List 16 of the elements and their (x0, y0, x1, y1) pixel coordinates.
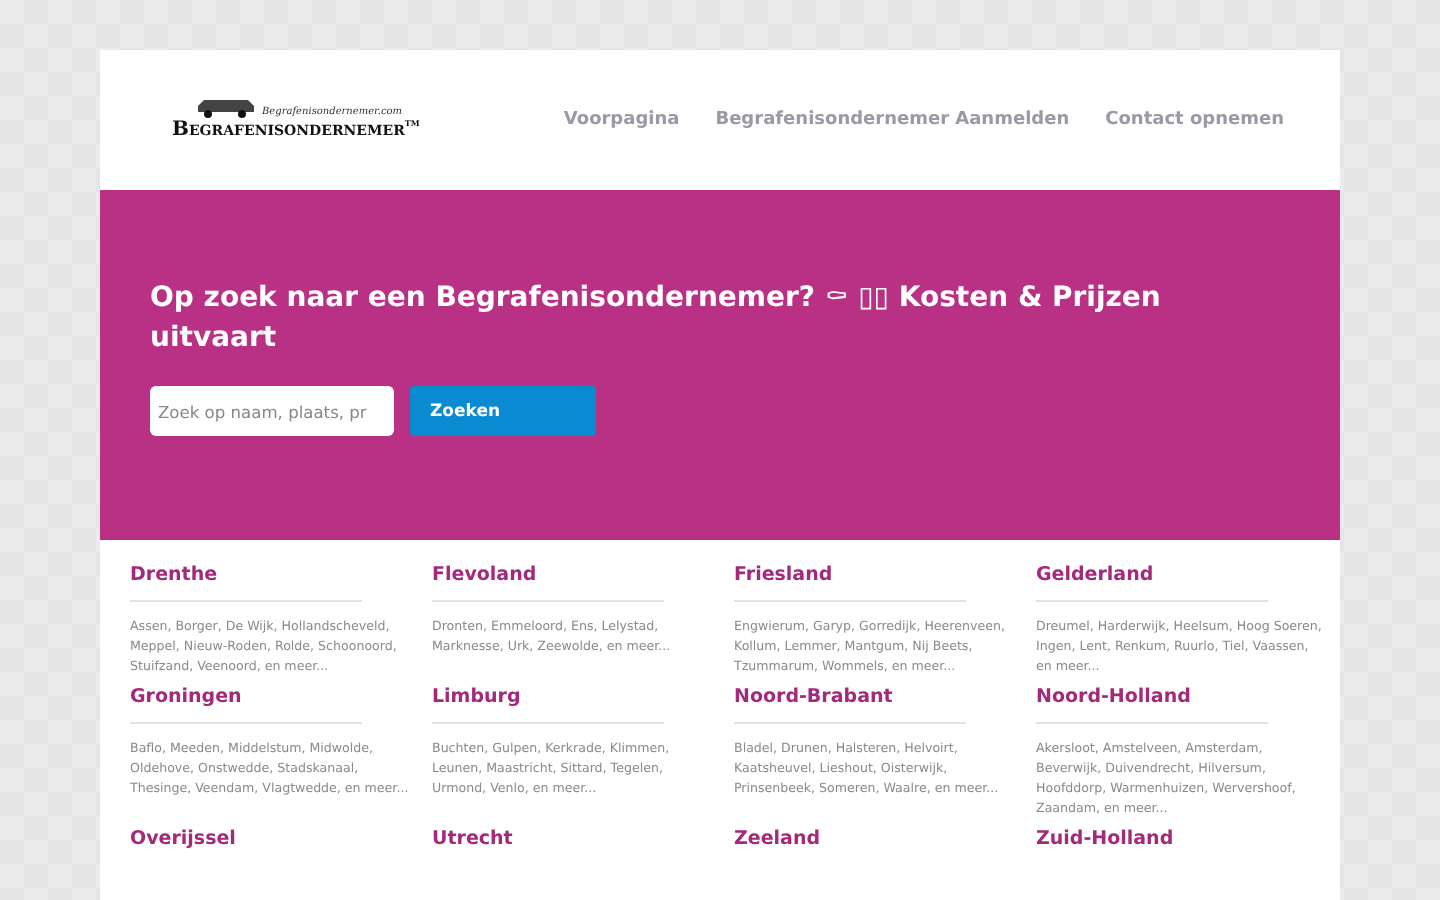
province-link[interactable]: Overijssel (130, 828, 416, 850)
province-link[interactable]: Friesland (734, 564, 1020, 586)
search-button[interactable]: Zoeken (410, 386, 596, 436)
hero-heading: Op zoek naar een Begrafenisondernemer? ⚰ ▯▯ Kosten & Prijzen uitvaart (150, 280, 1163, 358)
province-link[interactable]: Drenthe (130, 564, 416, 586)
hearse-icon (196, 98, 256, 119)
province-link[interactable]: Noord-Brabant (734, 686, 1020, 708)
province-link[interactable]: Groningen (130, 686, 416, 708)
province-link[interactable]: Zuid-Holland (1036, 828, 1322, 850)
province-link[interactable]: Utrecht (432, 828, 718, 850)
province-link[interactable]: Noord-Holland (1036, 686, 1322, 708)
province-link[interactable]: Zeeland (734, 828, 1020, 850)
province-link[interactable]: Flevoland (432, 564, 718, 586)
province-link[interactable]: Gelderland (1036, 564, 1322, 586)
search-field[interactable]: Zoek op naam, plaats, pr (150, 386, 394, 436)
province-link[interactable]: Limburg (432, 686, 718, 708)
